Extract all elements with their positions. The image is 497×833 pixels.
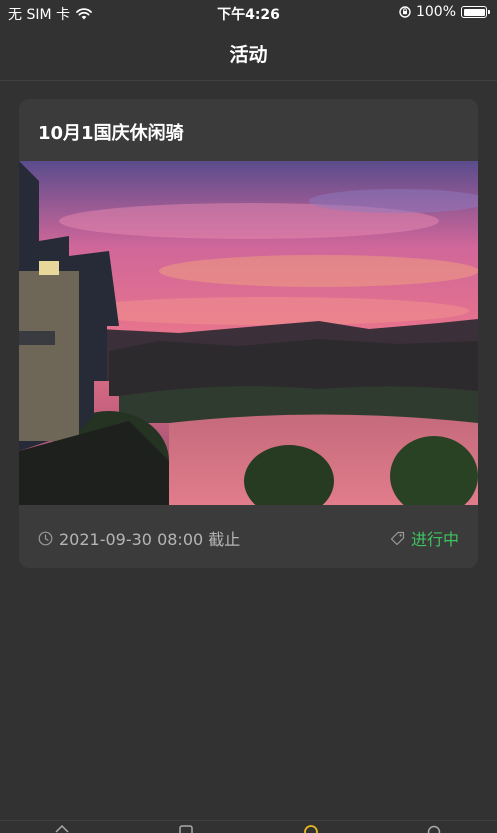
activity-tab-icon[interactable] (303, 823, 319, 833)
status-text: 进行中 (410, 530, 459, 549)
deadline-text: 2021-09-30 08:00 截止 (59, 530, 241, 549)
activity-cover-image (19, 161, 478, 505)
screen: 无 SIM 卡 下午4:26 100% 活动 10月1国庆休闲骑 2021-09… (0, 0, 497, 833)
clock-icon (38, 531, 53, 545)
activity-title: 10月1国庆休闲骑 (38, 123, 184, 144)
battery-icon (461, 6, 490, 18)
page-title: 活动 (229, 44, 268, 66)
status-bar: 无 SIM 卡 下午4:26 100% (0, 0, 497, 26)
status-right: 100% (399, 4, 490, 20)
deadline-info: 2021-09-30 08:00 截止 (38, 526, 240, 550)
activity-status: 进行中 (390, 526, 459, 550)
nav-bar: 活动 (0, 26, 497, 81)
activity-card[interactable]: 10月1国庆休闲骑 2021-09-30 08:00 截止 进行中 (19, 99, 478, 568)
list-tab-icon[interactable] (178, 823, 194, 833)
tag-icon (390, 531, 405, 545)
battery-percent: 100% (415, 4, 456, 20)
orientation-lock-icon (399, 6, 411, 18)
home-tab-icon[interactable] (54, 823, 70, 833)
tab-bar (0, 820, 497, 833)
activity-footer: 2021-09-30 08:00 截止 进行中 (19, 505, 478, 568)
profile-tab-icon[interactable] (426, 823, 442, 833)
